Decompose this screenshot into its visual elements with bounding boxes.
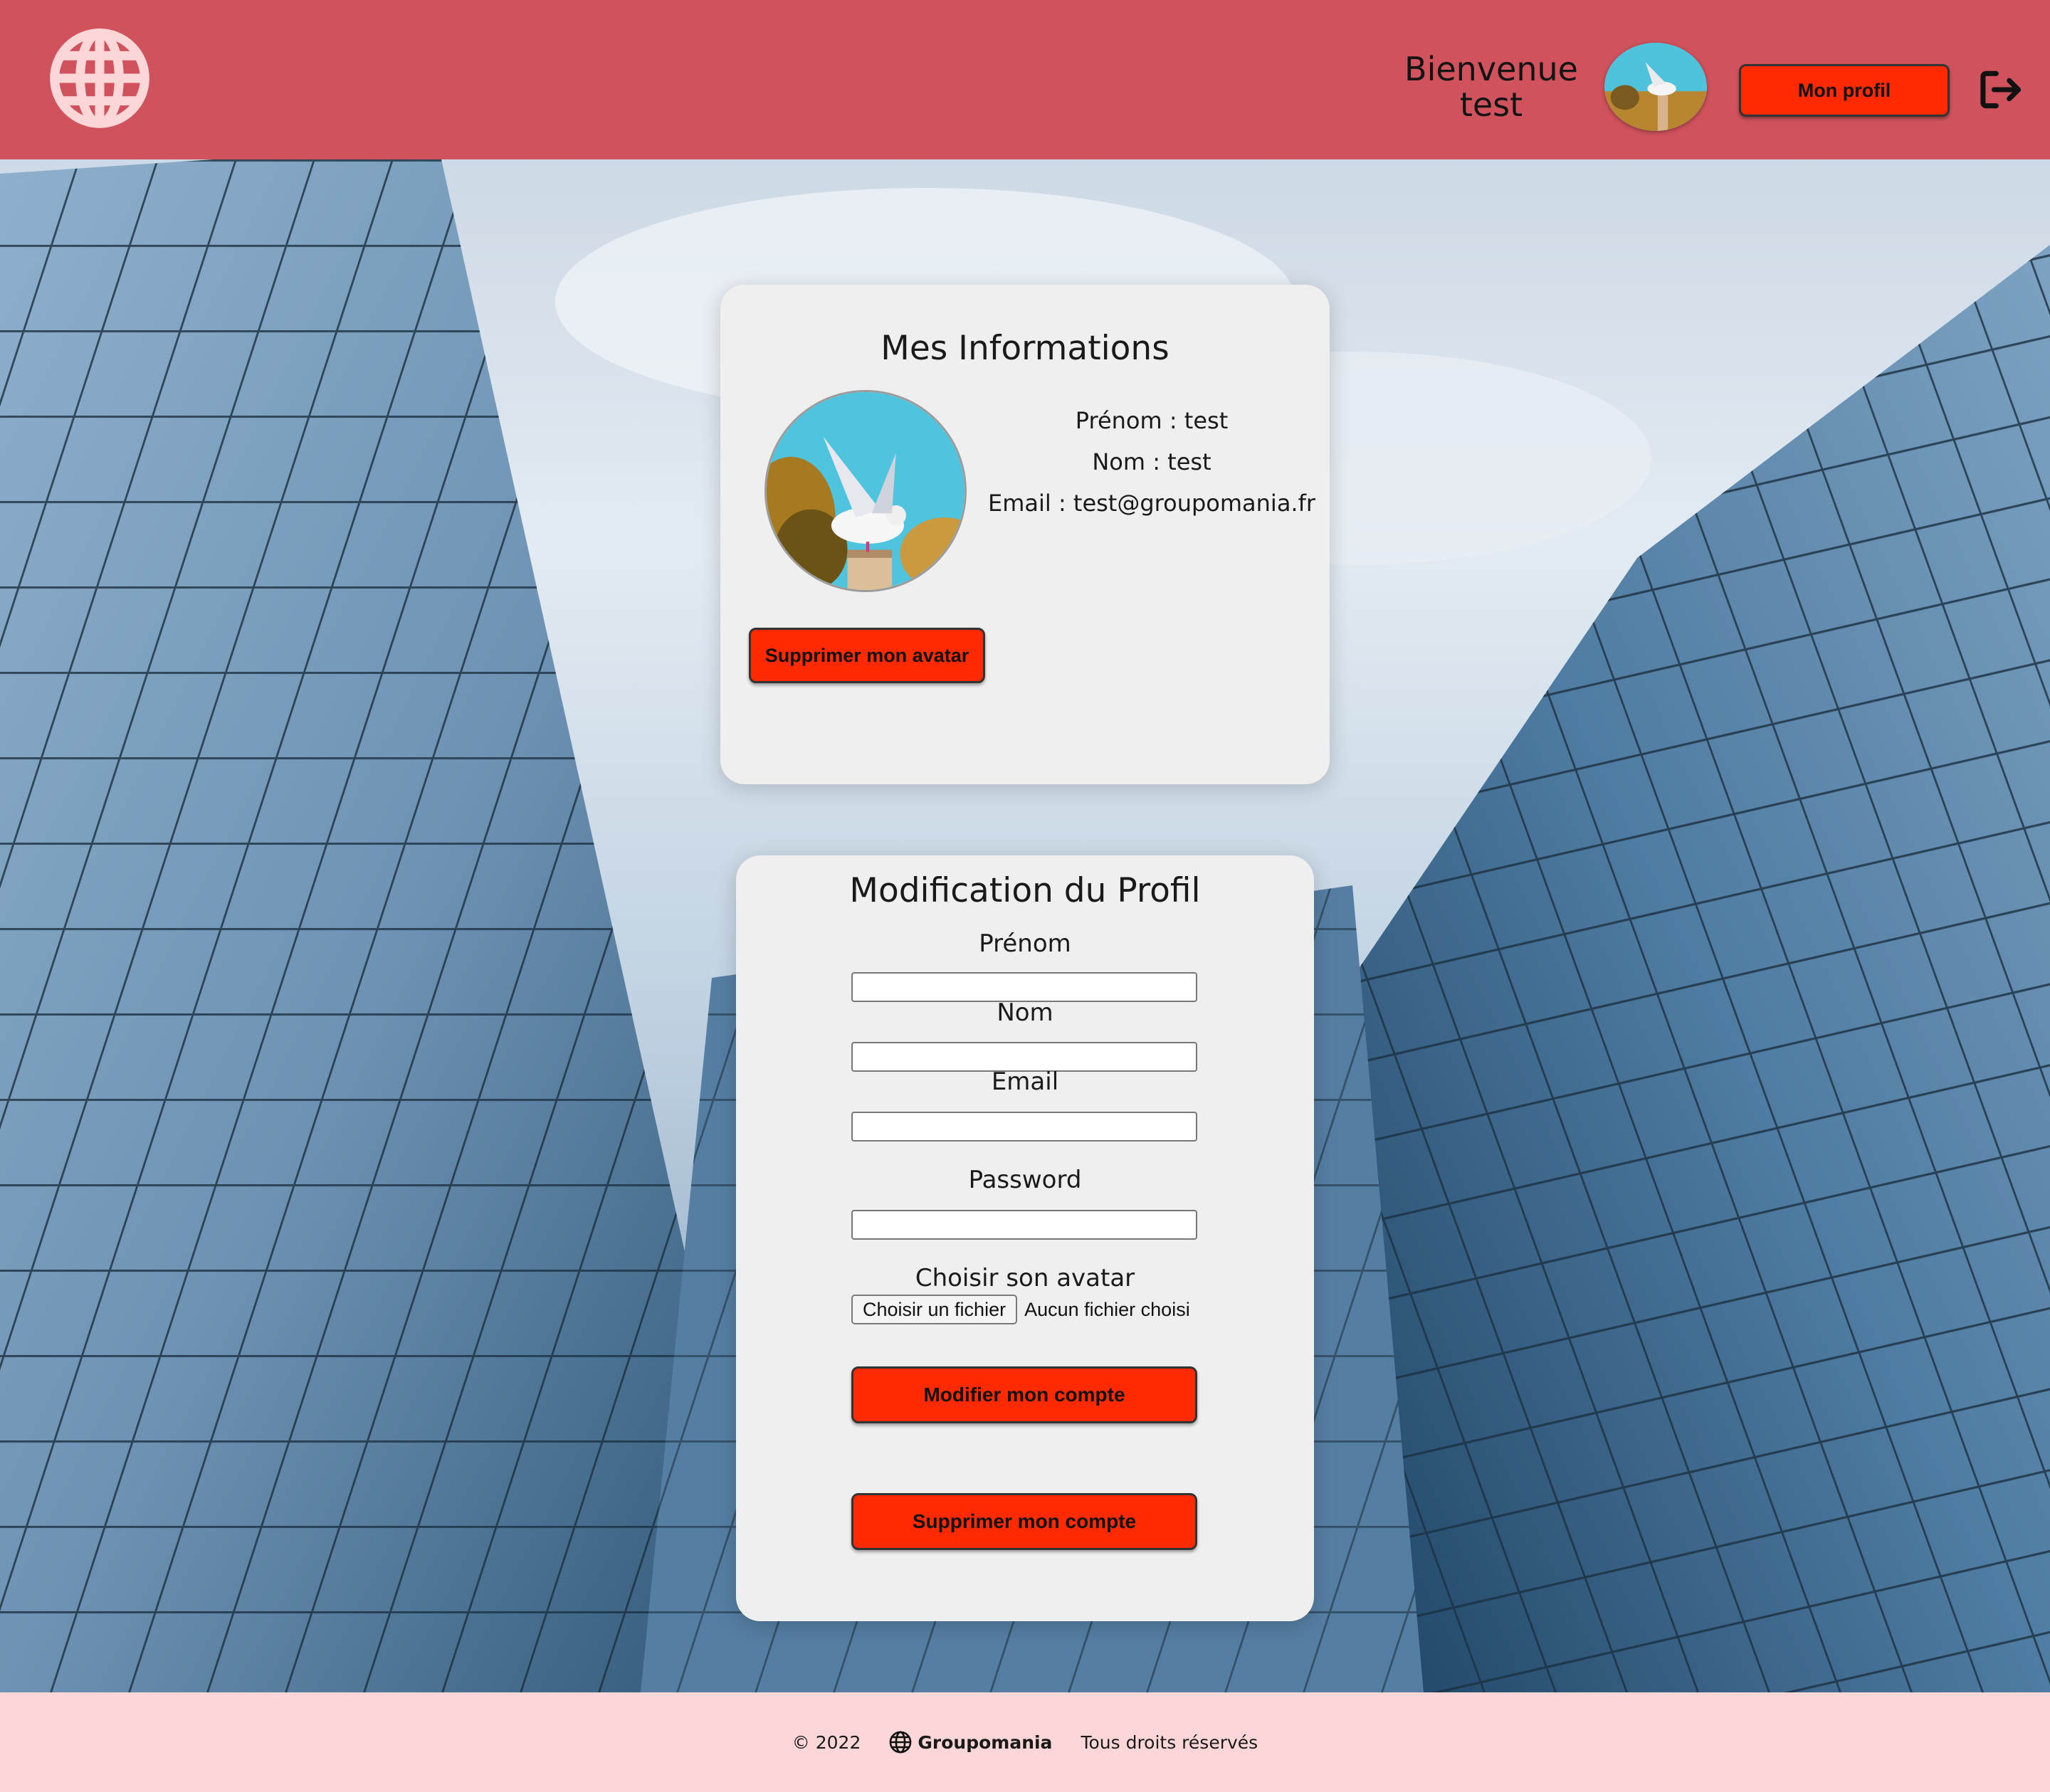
footer-brand: Groupomania [889,1731,1052,1754]
firstname-input[interactable] [851,972,1197,1002]
globe-icon [890,1731,912,1754]
avatar-file-picker: Choisir un fichier Aucun fichier choisi [851,1294,1190,1325]
profile-edit-card: Modification du Profil Prénom Nom Email … [736,855,1314,1621]
header: Bienvenue test Mon profil [0,0,2050,159]
footer: © 2022 Groupomania Tous droits réservés [0,1692,2050,1792]
welcome-greeting: Bienvenue [1404,50,1578,88]
user-details: Prénom : test Nom : test Email : test@gr… [985,400,1318,524]
avatar [1604,43,1707,131]
avatar-label: Choisir son avatar [915,1264,1135,1292]
globe-icon[interactable] [48,27,151,130]
profile-avatar [764,390,967,592]
lastname-label: Nom [997,998,1053,1027]
email-label: Email [991,1068,1059,1096]
modify-account-button[interactable]: Modifier mon compte [851,1366,1197,1423]
user-lastname: Nom : test [1092,448,1211,475]
info-card-title: Mes Informations [881,329,1169,368]
my-information-card: Mes Informations Prénom : test Nom : tes… [720,285,1330,784]
file-status-text: Aucun fichier choisi [1024,1298,1190,1320]
logout-icon[interactable] [1976,65,2024,114]
my-profile-button[interactable]: Mon profil [1739,64,1950,117]
welcome-username: test [1459,85,1523,124]
user-email: Email : test@groupomania.fr [987,490,1316,517]
edit-card-title: Modification du Profil [849,871,1201,910]
rights-text: Tous droits réservés [1081,1732,1258,1753]
password-input[interactable] [851,1210,1197,1240]
copyright-text: © 2022 [792,1732,861,1753]
firstname-label: Prénom [979,929,1071,958]
user-firstname: Prénom : test [1075,407,1229,434]
delete-account-button[interactable]: Supprimer mon compte [851,1493,1197,1550]
welcome-text: Bienvenue test [1395,51,1587,122]
footer-brand-name: Groupomania [918,1732,1053,1753]
choose-file-button[interactable]: Choisir un fichier [851,1295,1018,1324]
email-input[interactable] [851,1112,1197,1142]
delete-avatar-button[interactable]: Supprimer mon avatar [749,628,985,683]
password-label: Password [968,1166,1082,1194]
